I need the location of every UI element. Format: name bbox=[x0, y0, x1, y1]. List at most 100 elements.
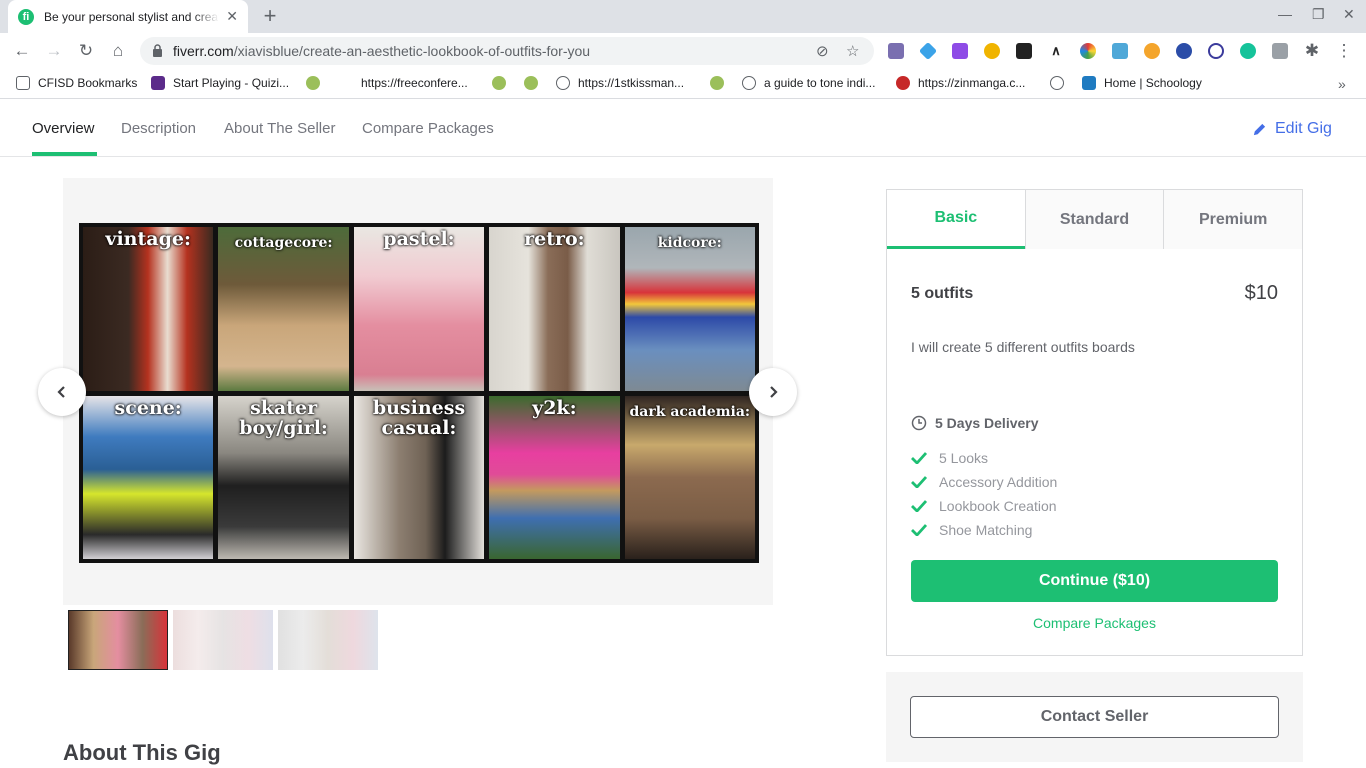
menu-kebab-icon[interactable]: ⋮ bbox=[1334, 41, 1354, 61]
back-icon[interactable]: ← bbox=[12, 41, 32, 61]
tab-basic[interactable]: Basic bbox=[887, 190, 1025, 249]
schoology-icon bbox=[1082, 76, 1096, 90]
compass-extension-icon[interactable] bbox=[984, 43, 1000, 59]
list-item: Accessory Addition bbox=[911, 470, 1057, 494]
list-item: 5 Looks bbox=[911, 446, 1057, 470]
bookmarks-bar: CFISD Bookmarks Start Playing - Quizi...… bbox=[0, 69, 1366, 99]
chevron-left-icon bbox=[57, 386, 65, 398]
globe-icon bbox=[556, 76, 570, 90]
collage-kidcore: kidcore: bbox=[624, 227, 755, 391]
address-bar[interactable]: fiverr.com/xiavisblue/create-an-aestheti… bbox=[140, 37, 874, 65]
forward-icon[interactable]: → bbox=[44, 41, 64, 61]
grammarly-extension-icon[interactable] bbox=[1240, 43, 1256, 59]
delivery-time: 5 Days Delivery bbox=[911, 415, 1039, 431]
extensions-puzzle-icon[interactable]: ✱ bbox=[1302, 41, 1322, 61]
minimize-icon[interactable]: — bbox=[1278, 6, 1292, 22]
collage-dark-academia: dark academia: bbox=[624, 395, 755, 559]
globe-icon bbox=[742, 76, 756, 90]
color-wheel-extension-icon[interactable] bbox=[1080, 43, 1096, 59]
reload-icon[interactable]: ↻ bbox=[76, 41, 96, 61]
about-gig-heading: About This Gig bbox=[63, 740, 221, 765]
quizizz-icon bbox=[151, 76, 165, 90]
frog-icon bbox=[710, 76, 724, 90]
frog-icon bbox=[306, 76, 320, 90]
nav-overview[interactable]: Overview bbox=[32, 120, 95, 137]
browser-tab[interactable]: fi Be your personal stylist and create ✕ bbox=[8, 0, 248, 33]
image-extension-icon[interactable] bbox=[1112, 43, 1128, 59]
bookmark-quizizz[interactable]: Start Playing - Quizi... bbox=[151, 76, 289, 90]
ghost-extension-icon[interactable] bbox=[1016, 43, 1032, 59]
compare-packages-link[interactable]: Compare Packages bbox=[887, 615, 1302, 631]
thumbnail-3[interactable] bbox=[278, 610, 378, 670]
tab-premium[interactable]: Premium bbox=[1163, 190, 1303, 249]
copy-extension-icon[interactable] bbox=[1272, 43, 1288, 59]
zinmanga-icon bbox=[896, 76, 910, 90]
package-name: 5 outfits bbox=[911, 285, 974, 302]
package-panel: Basic Standard Premium 5 outfits $10 I w… bbox=[886, 189, 1303, 656]
package-description: I will create 5 different outfits boards bbox=[911, 339, 1135, 355]
globe-icon bbox=[1050, 76, 1064, 90]
contact-seller-button[interactable]: Contact Seller bbox=[910, 696, 1279, 738]
thumbnail-1[interactable] bbox=[68, 610, 168, 670]
a-extension-icon[interactable]: ∧ bbox=[1048, 43, 1064, 59]
collage-retro: retro: bbox=[489, 227, 620, 391]
checkmark-icon bbox=[911, 452, 927, 464]
bookmark-zinmanga[interactable]: https://zinmanga.c... bbox=[896, 76, 1025, 90]
lock-icon bbox=[153, 44, 162, 57]
contact-seller-box: Contact Seller bbox=[886, 672, 1303, 762]
close-tab-icon[interactable]: ✕ bbox=[226, 8, 238, 25]
bookmark-frog-4[interactable] bbox=[710, 76, 732, 90]
gig-page-nav: Overview Description About The Seller Co… bbox=[0, 100, 1366, 157]
diamond-extension-icon[interactable] bbox=[918, 41, 938, 61]
nav-about-seller[interactable]: About The Seller bbox=[224, 120, 335, 137]
checkmark-icon bbox=[911, 500, 927, 512]
purple-extension-icon[interactable] bbox=[952, 43, 968, 59]
pdf-extension-icon[interactable] bbox=[888, 43, 904, 59]
thumbnail-2[interactable] bbox=[173, 610, 273, 670]
tab-standard[interactable]: Standard bbox=[1024, 190, 1164, 249]
on-extension-icon[interactable] bbox=[1144, 43, 1160, 59]
fiverr-favicon-icon: fi bbox=[18, 8, 34, 25]
bookmark-freeconference[interactable]: https://freeconfere... bbox=[339, 76, 468, 90]
home-icon[interactable]: ⌂ bbox=[108, 41, 128, 61]
package-features: 5 Looks Accessory Addition Lookbook Crea… bbox=[911, 446, 1057, 542]
browser-toolbar: ← → ↻ ⌂ fiverr.com/xiavisblue/create-an-… bbox=[0, 33, 1366, 69]
new-tab-button[interactable]: + bbox=[258, 5, 282, 27]
gallery-prev-button[interactable] bbox=[38, 368, 86, 416]
bookmark-globe[interactable] bbox=[1050, 76, 1072, 90]
package-tabs: Basic Standard Premium bbox=[887, 190, 1303, 249]
nav-compare-packages[interactable]: Compare Packages bbox=[362, 120, 494, 137]
checkmark-icon bbox=[911, 524, 927, 536]
bookmark-frog-3[interactable] bbox=[524, 76, 546, 90]
nav-description[interactable]: Description bbox=[121, 120, 196, 137]
nav-active-underline bbox=[32, 152, 97, 156]
gallery-next-button[interactable] bbox=[749, 368, 797, 416]
bookmark-cfisd[interactable]: CFISD Bookmarks bbox=[16, 76, 137, 90]
play-extension-icon[interactable] bbox=[1208, 43, 1224, 59]
bookmark-frog-1[interactable] bbox=[306, 76, 328, 90]
collage-cottagecore: cottagecore: bbox=[218, 227, 349, 391]
collage-business-casual: business casual: bbox=[353, 395, 485, 559]
bookmark-1stkiss[interactable]: https://1stkissman... bbox=[556, 76, 684, 90]
checkmark-icon bbox=[911, 476, 927, 488]
bookmark-star-icon[interactable]: ☆ bbox=[846, 42, 859, 60]
collage-y2k: y2k: bbox=[489, 395, 620, 559]
k-extension-icon[interactable] bbox=[1176, 43, 1192, 59]
close-window-icon[interactable]: ✕ bbox=[1343, 6, 1355, 23]
restore-icon[interactable]: ❐ bbox=[1312, 6, 1325, 23]
frog-icon bbox=[524, 76, 538, 90]
package-price: $10 bbox=[1244, 282, 1278, 304]
continue-button[interactable]: Continue ($10) bbox=[911, 560, 1278, 602]
gallery-image-collage: vintage: cottagecore: pastel: retro: kid… bbox=[79, 223, 759, 563]
bookmark-schoology[interactable]: Home | Schoology bbox=[1082, 76, 1202, 90]
collage-vintage: vintage: bbox=[83, 227, 214, 391]
list-item: Shoe Matching bbox=[911, 518, 1057, 542]
bookmarks-overflow-icon[interactable]: » bbox=[1338, 76, 1346, 92]
bookmark-frog-2[interactable] bbox=[492, 76, 514, 90]
edit-gig-link[interactable]: Edit Gig bbox=[1252, 120, 1332, 138]
bookmark-tone-guide[interactable]: a guide to tone indi... bbox=[742, 76, 875, 90]
list-item: Lookbook Creation bbox=[911, 494, 1057, 518]
clock-icon bbox=[911, 415, 927, 431]
folder-icon bbox=[16, 76, 30, 90]
translate-blocked-icon[interactable]: ⊘ bbox=[816, 42, 829, 60]
